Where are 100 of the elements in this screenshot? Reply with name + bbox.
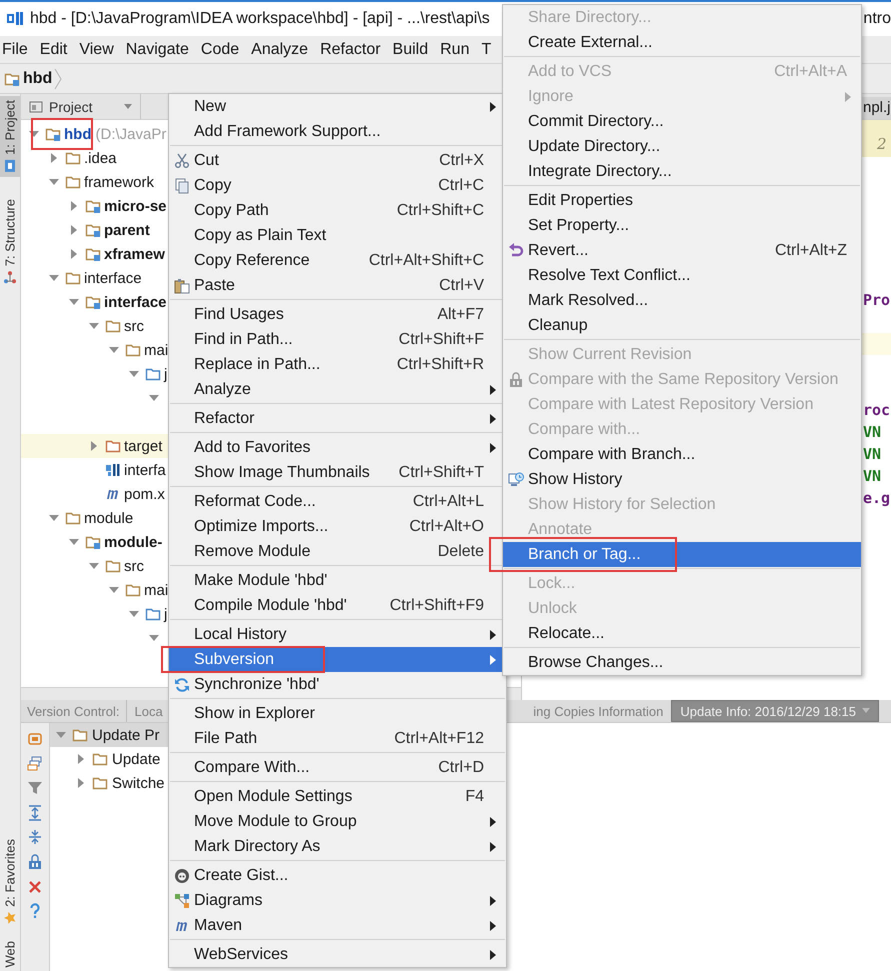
side-tab[interactable]: Web xyxy=(0,936,20,971)
menu-item[interactable]: Refactor xyxy=(169,406,506,431)
menu-item[interactable]: Find in Path... Ctrl+Shift+F xyxy=(169,327,506,352)
collapse-all-icon[interactable] xyxy=(27,829,43,846)
tree-item[interactable]: xframew xyxy=(69,243,165,265)
menu-item[interactable]: Maven xyxy=(169,913,506,938)
menu-item[interactable]: Optimize Imports... Ctrl+Alt+O xyxy=(169,514,506,539)
menu-item[interactable]: Synchronize 'hbd' xyxy=(169,672,506,697)
menu-item[interactable]: Paste Ctrl+V xyxy=(169,273,506,298)
tree-item[interactable]: Update xyxy=(50,747,168,771)
tree-item[interactable]: module xyxy=(49,507,134,529)
tree-item[interactable]: src xyxy=(89,315,144,337)
menu-item[interactable]: Edit Properties xyxy=(503,188,861,213)
tree-item[interactable]: mai xyxy=(109,339,168,361)
tree-item[interactable]: interfa xyxy=(89,459,166,481)
menu-item[interactable]: Replace in Path... Ctrl+Shift+R xyxy=(169,352,506,377)
menu-item[interactable]: Diagrams xyxy=(169,888,506,913)
shortcut-text: Ctrl+D xyxy=(438,758,485,776)
menu-item[interactable]: Local History xyxy=(169,622,506,647)
tree-item[interactable]: src xyxy=(89,555,144,577)
tree-item[interactable]: j xyxy=(129,363,168,385)
tree-item[interactable]: module- xyxy=(69,531,162,553)
menu-item[interactable]: Find Usages Alt+F7 xyxy=(169,302,506,327)
menu-item[interactable]: Copy Reference Ctrl+Alt+Shift+C xyxy=(169,248,506,273)
menu-bar-item[interactable]: T xyxy=(481,40,492,58)
menu-item[interactable]: Resolve Text Conflict... xyxy=(503,263,861,288)
menu-item[interactable]: Browse Changes... xyxy=(503,650,861,675)
menu-item[interactable]: Analyze xyxy=(169,377,506,402)
tree-item[interactable]: interface xyxy=(49,267,142,289)
tree-item[interactable]: Update Pr xyxy=(50,723,168,747)
menu-item[interactable]: Revert... Ctrl+Alt+Z xyxy=(503,238,861,263)
tree-item[interactable]: hbd (D:\JavaPr xyxy=(29,123,166,145)
menu-item[interactable]: New xyxy=(169,94,506,119)
lock-icon[interactable] xyxy=(27,854,43,870)
menu-bar-item[interactable]: View xyxy=(79,40,114,58)
side-tab[interactable]: 1: Project xyxy=(0,96,20,177)
tree-item[interactable]: Switche xyxy=(50,771,168,795)
menu-item[interactable]: Branch or Tag... xyxy=(503,542,861,567)
tree-item[interactable]: parent xyxy=(69,219,150,241)
shortcut-text: Ctrl+Shift+R xyxy=(396,356,485,374)
module-folder-icon xyxy=(85,198,101,214)
menu-item[interactable]: Create Gist... xyxy=(169,863,506,888)
tree-item[interactable]: framework xyxy=(49,171,154,193)
menu-item[interactable]: Mark Resolved... xyxy=(503,288,861,313)
menu-item[interactable]: Show History xyxy=(503,467,861,492)
tree-item[interactable]: pom.x xyxy=(89,483,165,505)
menu-item[interactable]: Move Module to Group xyxy=(169,809,506,834)
menu-item[interactable]: Open Module Settings F4 xyxy=(169,784,506,809)
menu-item[interactable]: Create External... xyxy=(503,30,861,55)
frame-icon[interactable] xyxy=(27,731,43,747)
copy-icon xyxy=(174,178,190,194)
menu-item[interactable]: Show in Explorer xyxy=(169,701,506,726)
menu-item[interactable]: Relocate... xyxy=(503,621,861,646)
menu-bar-item[interactable]: Code xyxy=(200,40,240,58)
menu-item[interactable]: Compile Module 'hbd' Ctrl+Shift+F9 xyxy=(169,593,506,618)
tree-item[interactable]: .idea xyxy=(49,147,117,169)
menu-item[interactable]: WebServices xyxy=(169,942,506,967)
menu-item[interactable]: Cut Ctrl+X xyxy=(169,148,506,173)
tree-item[interactable]: target xyxy=(89,435,162,457)
menu-item[interactable]: File Path Ctrl+Alt+F12 xyxy=(169,726,506,751)
filter-icon[interactable] xyxy=(27,780,43,796)
folder-icon xyxy=(125,582,141,598)
editor-tab[interactable]: npl.j xyxy=(859,97,891,119)
tree-item[interactable]: interface xyxy=(69,291,167,313)
menu-item[interactable]: Add to Favorites xyxy=(169,435,506,460)
close-icon[interactable] xyxy=(27,878,43,895)
menu-item[interactable]: Cleanup xyxy=(503,313,861,338)
menu-bar-item[interactable]: Edit xyxy=(40,40,68,58)
menu-bar-item[interactable]: Build xyxy=(392,40,428,58)
menu-item[interactable]: Mark Directory As xyxy=(169,834,506,859)
menu-bar-item[interactable]: Analyze xyxy=(251,40,308,58)
menu-item[interactable]: Copy Ctrl+C xyxy=(169,173,506,198)
module-folder-icon xyxy=(45,126,61,142)
menu-bar-item[interactable]: File xyxy=(2,40,28,58)
menu-item[interactable]: Add Framework Support... xyxy=(169,119,506,144)
group-icon[interactable] xyxy=(27,756,43,772)
menu-item[interactable]: Compare With... Ctrl+D xyxy=(169,755,506,780)
breadcrumb-item[interactable]: hbd xyxy=(4,70,52,88)
menu-item[interactable]: Compare with Branch... xyxy=(503,442,861,467)
tree-item[interactable]: mai xyxy=(109,579,168,601)
menu-item[interactable]: Integrate Directory... xyxy=(503,159,861,184)
side-tab[interactable]: 2: Favorites xyxy=(0,834,20,928)
menu-item[interactable]: Copy as Plain Text xyxy=(169,223,506,248)
expand-all-icon[interactable] xyxy=(27,804,43,821)
tree-item[interactable]: micro-se xyxy=(69,195,167,217)
dropdown-caret-icon xyxy=(124,104,132,110)
menu-item[interactable]: Make Module 'hbd' xyxy=(169,568,506,593)
menu-bar-item[interactable]: Run xyxy=(440,40,470,58)
code-text: Pro xyxy=(863,290,891,311)
menu-bar-item[interactable]: Refactor xyxy=(320,40,381,58)
menu-item[interactable]: Remove Module Delete xyxy=(169,539,506,564)
tree-item[interactable]: j xyxy=(129,603,168,625)
menu-item[interactable]: Reformat Code... Ctrl+Alt+L xyxy=(169,489,506,514)
menu-item[interactable]: Copy Path Ctrl+Shift+C xyxy=(169,198,506,223)
menu-item[interactable]: Show Image Thumbnails Ctrl+Shift+T xyxy=(169,460,506,485)
menu-item[interactable]: Set Property... xyxy=(503,213,861,238)
menu-bar-item[interactable]: Navigate xyxy=(126,40,189,58)
side-tab[interactable]: 7: Structure xyxy=(0,194,20,288)
code-text: roc xyxy=(863,400,891,421)
view-selector[interactable]: Project xyxy=(21,94,141,119)
